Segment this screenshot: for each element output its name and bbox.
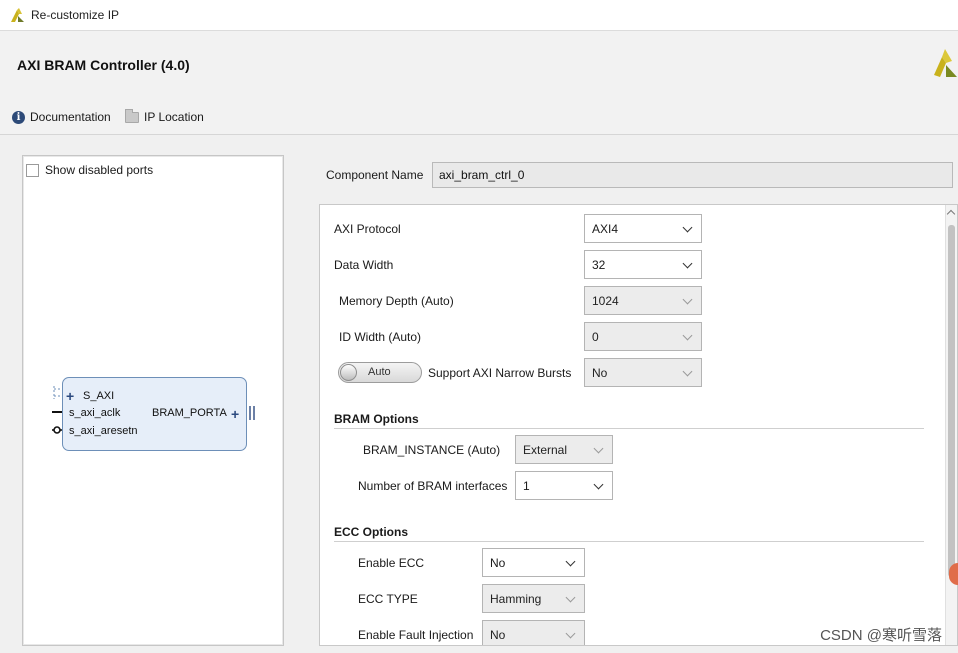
data-width-value: 32 [592, 257, 606, 272]
narrow-bursts-auto-toggle[interactable]: Auto [338, 362, 422, 383]
memory-depth-dropdown[interactable]: 1024 [584, 286, 702, 315]
data-width-label: Data Width [334, 258, 394, 272]
checkbox-icon[interactable] [26, 163, 39, 177]
bram-instance-dropdown[interactable]: External [515, 435, 613, 464]
documentation-link[interactable]: i Documentation [12, 109, 111, 125]
chevron-down-icon [565, 592, 576, 603]
id-width-dropdown[interactable]: 0 [584, 322, 702, 351]
expand-s-axi-icon[interactable]: + [66, 389, 74, 403]
xilinx-logo-icon [934, 49, 957, 77]
memory-depth-label: Memory Depth (Auto) [339, 294, 454, 308]
chevron-down-icon [593, 443, 604, 454]
ecc-type-value: Hamming [490, 591, 542, 606]
fault-injection-dropdown[interactable]: No [482, 620, 585, 645]
ecc-type-dropdown[interactable]: Hamming [482, 584, 585, 613]
ip-location-label: IP Location [144, 110, 204, 124]
axi-protocol-dropdown[interactable]: AXI4 [584, 214, 702, 243]
ip-location-link[interactable]: IP Location [125, 108, 204, 125]
ip-block-symbol[interactable]: + S_AXI s_axi_aclk s_axi_aresetn BRAM_PO… [62, 377, 247, 451]
id-width-label: ID Width (Auto) [339, 330, 422, 344]
ip-header: AXI BRAM Controller (4.0) i Documentatio… [0, 31, 958, 135]
chevron-down-icon [565, 628, 576, 639]
section-divider [334, 541, 924, 542]
window-titlebar: Re-customize IP [0, 0, 958, 31]
port-bram-porta: BRAM_PORTA [152, 407, 227, 419]
chevron-down-icon [682, 366, 693, 377]
id-width-value: 0 [592, 329, 599, 344]
data-width-dropdown[interactable]: 32 [584, 250, 702, 279]
expand-bram-porta-icon[interactable]: + [231, 407, 239, 421]
chevron-down-icon [682, 258, 693, 269]
scroll-thumb[interactable] [948, 225, 955, 577]
chevron-down-icon [682, 222, 693, 233]
ip-title: AXI BRAM Controller (4.0) [17, 57, 190, 73]
enable-ecc-value: No [490, 555, 506, 570]
section-divider [334, 428, 924, 429]
num-bram-interfaces-label: Number of BRAM interfaces [358, 479, 508, 493]
ip-symbol-panel: Show disabled ports + S_AXI s_axi_aclk s… [22, 155, 284, 646]
config-panel: AXI Protocol AXI4 Data Width 32 Memory D… [319, 204, 958, 646]
chevron-down-icon [682, 330, 693, 341]
ecc-type-label: ECC TYPE [358, 592, 418, 606]
axi-protocol-value: AXI4 [592, 221, 619, 236]
memory-depth-value: 1024 [592, 293, 619, 308]
port-s-axi: S_AXI [83, 390, 115, 402]
narrow-bursts-dropdown[interactable]: No [584, 358, 702, 387]
enable-ecc-label: Enable ECC [358, 556, 425, 570]
ecc-options-heading: ECC Options [334, 525, 408, 539]
bram-options-heading: BRAM Options [334, 412, 419, 426]
chevron-down-icon [565, 556, 576, 567]
enable-ecc-dropdown[interactable]: No [482, 548, 585, 577]
show-disabled-ports-label: Show disabled ports [45, 163, 154, 177]
scroll-up-icon[interactable] [946, 209, 956, 219]
bram-port-connector [249, 406, 255, 420]
narrow-bursts-value: No [592, 365, 608, 380]
fault-injection-label: Enable Fault Injection [358, 628, 474, 642]
folder-icon [125, 108, 139, 123]
watermark: CSDN @寒听雪落 [820, 627, 942, 644]
bram-instance-value: External [523, 442, 568, 457]
chevron-down-icon [682, 294, 693, 305]
port-s-axi-aresetn: s_axi_aresetn [69, 425, 138, 437]
toggle-knob [340, 364, 357, 381]
axi-protocol-label: AXI Protocol [334, 222, 401, 236]
narrow-bursts-label: Support AXI Narrow Bursts [428, 366, 572, 380]
chevron-down-icon [593, 479, 604, 490]
show-disabled-ports-checkbox[interactable]: Show disabled ports [26, 163, 153, 177]
fault-injection-value: No [490, 627, 506, 642]
window-title: Re-customize IP [31, 8, 120, 22]
xilinx-logo-icon [11, 8, 24, 22]
component-name-input[interactable] [432, 162, 953, 188]
side-floating-badge[interactable] [949, 563, 958, 585]
component-name-label: Component Name [326, 168, 424, 182]
info-icon: i [12, 110, 25, 124]
bram-instance-label: BRAM_INSTANCE (Auto) [363, 443, 501, 457]
num-bram-interfaces-value: 1 [523, 478, 530, 493]
toggle-auto-label: Auto [368, 366, 391, 378]
port-s-axi-aclk: s_axi_aclk [69, 407, 121, 419]
num-bram-interfaces-dropdown[interactable]: 1 [515, 471, 613, 500]
documentation-label: Documentation [30, 110, 111, 124]
